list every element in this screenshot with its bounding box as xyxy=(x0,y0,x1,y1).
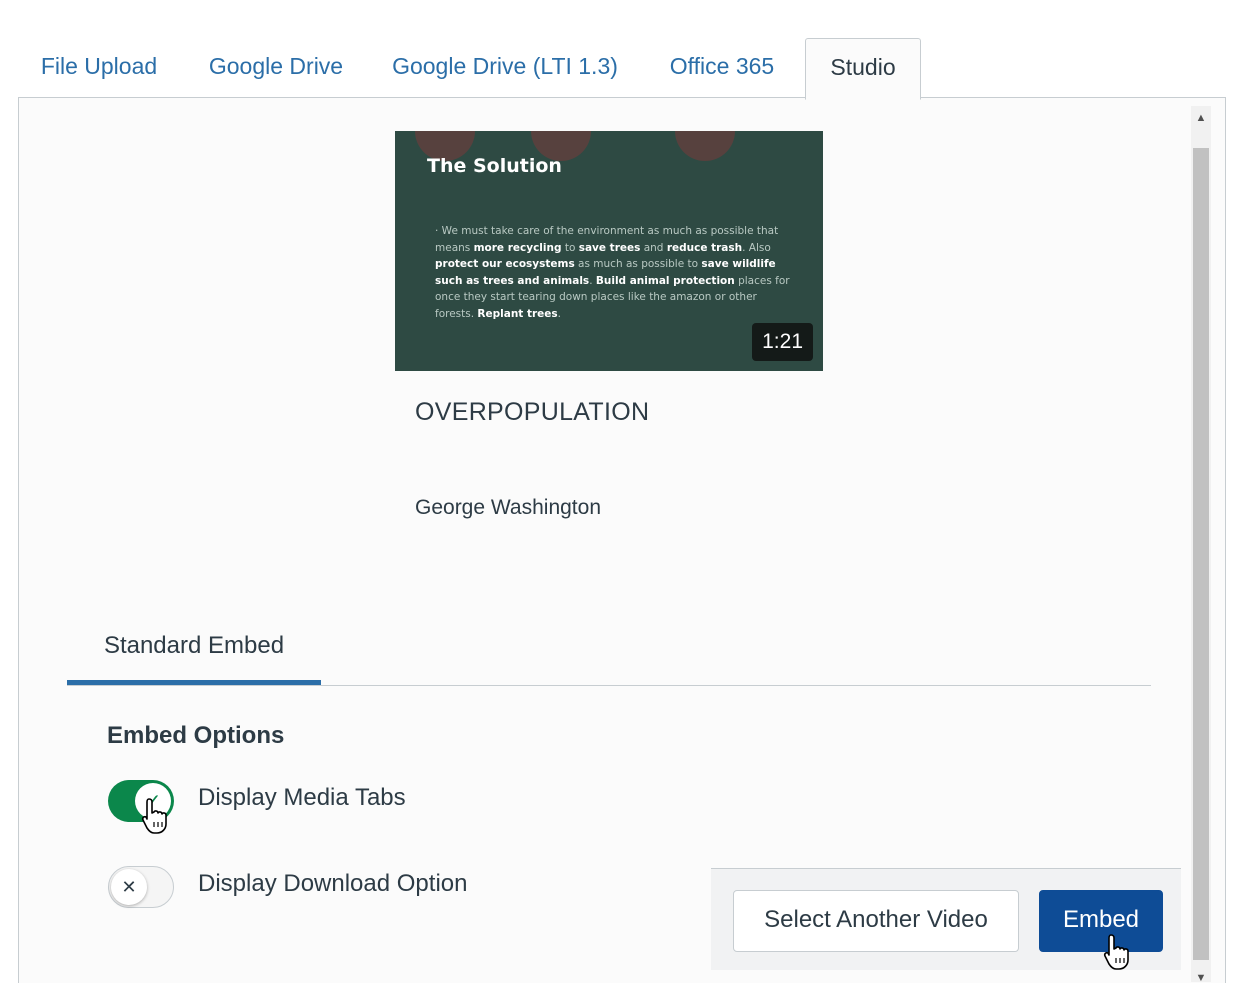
tab-office-365[interactable]: Office 365 xyxy=(650,38,794,96)
embed-options-heading: Embed Options xyxy=(107,722,285,749)
footer-actions: Select Another Video Embed xyxy=(711,868,1181,970)
video-title: OVERPOPULATION xyxy=(415,398,650,426)
select-another-video-button[interactable]: Select Another Video xyxy=(733,890,1019,952)
scroll-up-icon[interactable]: ▲ xyxy=(1191,108,1211,128)
display-download-option-toggle[interactable]: ✕ xyxy=(108,866,174,908)
studio-panel: ▲ ▼ The Solution · We must take care of … xyxy=(18,97,1226,984)
duration-badge: 1:21 xyxy=(752,323,813,361)
close-icon: ✕ xyxy=(111,869,147,905)
tab-google-drive[interactable]: Google Drive xyxy=(194,38,358,96)
tab-google-drive-lti[interactable]: Google Drive (LTI 1.3) xyxy=(378,38,632,96)
display-media-tabs-label: Display Media Tabs xyxy=(198,784,406,811)
video-thumbnail[interactable]: The Solution · We must take care of the … xyxy=(395,131,823,371)
display-media-tabs-toggle[interactable]: ✓ xyxy=(108,780,174,822)
video-author: George Washington xyxy=(415,496,601,519)
check-icon: ✓ xyxy=(135,783,171,819)
scroll-thumb[interactable] xyxy=(1193,148,1209,960)
tab-standard-embed[interactable]: Standard Embed xyxy=(67,620,321,680)
slide-text: · We must take care of the environment a… xyxy=(435,225,790,320)
scroll-down-icon[interactable]: ▼ xyxy=(1191,968,1211,988)
vertical-scrollbar[interactable]: ▲ ▼ xyxy=(1191,106,1211,984)
tab-divider xyxy=(67,685,1151,686)
upload-source-tabs: File Upload Google Drive Google Drive (L… xyxy=(18,38,1228,100)
embed-button[interactable]: Embed xyxy=(1039,890,1163,952)
tab-studio[interactable]: Studio xyxy=(805,38,921,100)
slide-title: The Solution xyxy=(427,155,562,177)
tab-file-upload[interactable]: File Upload xyxy=(18,38,180,96)
display-download-option-label: Display Download Option xyxy=(198,870,468,897)
